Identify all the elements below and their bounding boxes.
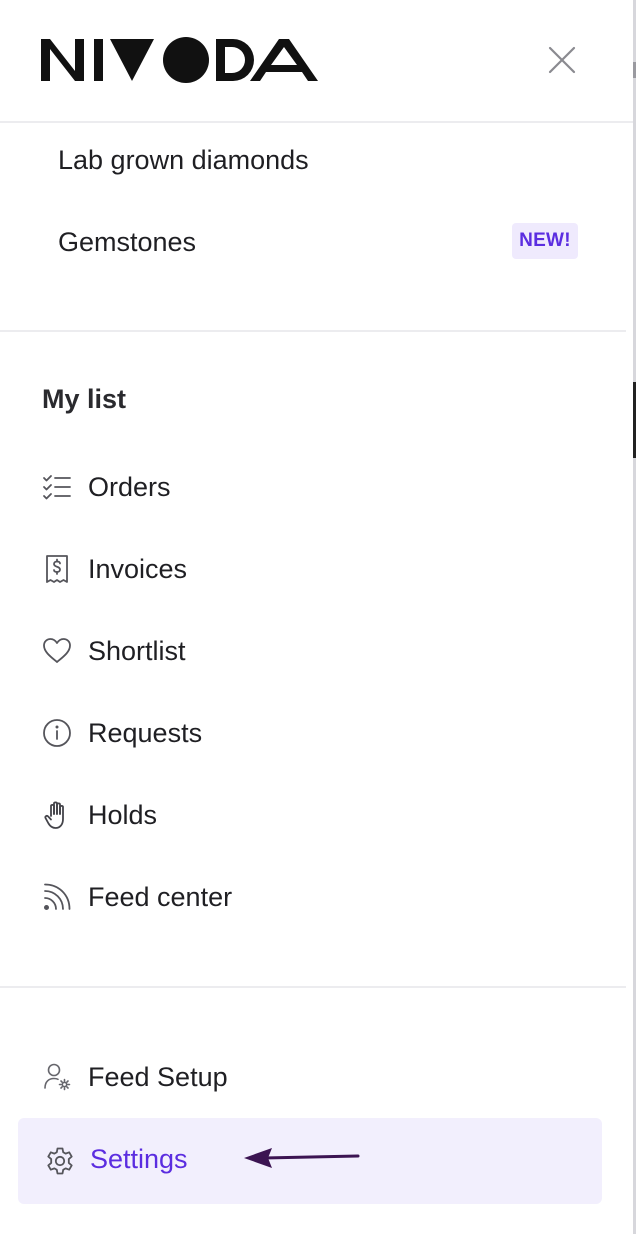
section-divider [0,986,626,988]
hand-icon [41,799,73,831]
heart-icon [41,635,73,667]
nav-item-orders[interactable]: Orders [0,455,626,519]
nav-item-label: Orders [88,471,171,502]
close-icon [548,46,576,74]
drawer-header [0,0,633,123]
close-button[interactable] [542,40,582,80]
nav-item-label: Holds [88,799,158,830]
receipt-icon [41,553,73,585]
section-divider [0,330,626,332]
checklist-icon [41,471,73,503]
rss-icon [41,881,73,913]
nav-item-shortlist[interactable]: Shortlist [0,619,626,683]
annotation-arrow-icon [244,1148,360,1168]
nav-item-invoices[interactable]: Invoices [0,537,626,601]
nivoda-logo[interactable] [41,36,319,84]
nav-item-label: Lab grown diamonds [58,144,309,175]
nav-drawer: Lab grown diamonds Gemstones NEW! My lis… [0,0,636,1234]
nav-item-label: Gemstones [58,226,197,257]
nav-item-label: Settings [90,1144,188,1174]
nav-item-label: Feed center [88,881,233,912]
nav-item-feed-center[interactable]: Feed center [0,865,626,929]
nav-item-requests[interactable]: Requests [0,701,626,765]
user-gear-icon [41,1061,73,1093]
new-badge: NEW! [512,223,578,259]
info-icon [41,717,73,749]
nav-item-label: Requests [88,717,203,748]
nav-item-label: Feed Setup [88,1061,228,1092]
nav-item-feed-setup[interactable]: Feed Setup [0,1045,626,1109]
nav-item-holds[interactable]: Holds [0,783,626,847]
section-title-my-list: My list [42,384,127,414]
gear-icon [44,1145,76,1177]
nav-item-label: Invoices [88,553,188,584]
nav-item-label: Shortlist [88,635,186,666]
nav-item-lab-grown-diamonds[interactable]: Lab grown diamonds [0,128,626,192]
